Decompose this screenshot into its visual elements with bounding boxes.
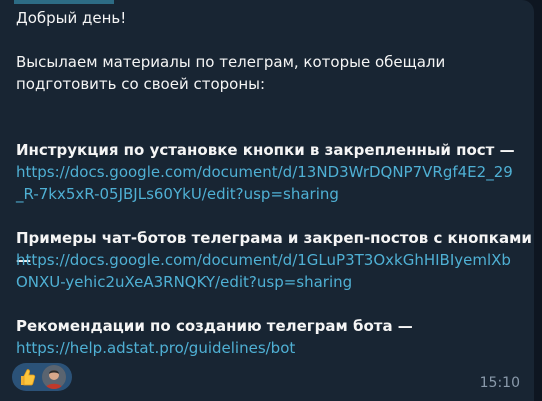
thumbs-up-icon (16, 366, 38, 388)
avatar-photo (42, 365, 66, 389)
thumbs-up-hand (23, 369, 36, 386)
message-intro-line-2: подготовить со своей стороны: (16, 75, 266, 93)
item-link-recommendations-line-1[interactable]: https://help.adstat.pro/guidelines/bot (16, 339, 295, 357)
item-link-instruction-line-2[interactable]: _R-7kx5xR-05JBJLs60YkU/edit?usp=sharing (16, 185, 339, 203)
item-link-instruction[interactable]: https://docs.google.com/document/d/13ND3… (16, 161, 513, 183)
item-link-instruction-cont[interactable]: _R-7kx5xR-05JBJLs60YkU/edit?usp=sharing (16, 183, 339, 205)
reaction-pill[interactable] (12, 363, 72, 391)
item-title-instruction: Инструкция по установке кнопки в закрепл… (16, 141, 515, 159)
message-footer: 15:10 (12, 362, 526, 392)
item-link-recommendations[interactable]: https://help.adstat.pro/guidelines/bot (16, 337, 295, 359)
item-link-examples[interactable]: https://docs.google.com/document/d/1GLuP… (16, 249, 511, 271)
item-link-examples-line-1[interactable]: https://docs.google.com/document/d/1GLuP… (16, 251, 511, 269)
message-greeting: Добрый день! (16, 9, 127, 27)
previous-message-edge (14, 0, 114, 4)
item-link-instruction-line-1[interactable]: https://docs.google.com/document/d/13ND3… (16, 163, 513, 181)
message-intro-line-1: Высылаем материалы по телеграм, которые … (16, 53, 446, 71)
avatar (42, 365, 66, 389)
item-link-examples-cont[interactable]: ONXU-yehic2uXeA3RNQKY/edit?usp=sharing (16, 271, 352, 293)
message-bubble: Добрый день! Высылаем материалы по телег… (0, 0, 534, 401)
item-link-examples-line-2[interactable]: ONXU-yehic2uXeA3RNQKY/edit?usp=sharing (16, 273, 352, 291)
thumbs-up-icon-svg (21, 369, 36, 386)
message-timestamp: 15:10 (479, 375, 520, 391)
item-title-recommendations: Рекомендации по созданию телеграм бота — (16, 317, 413, 335)
thumbs-up-cuff (21, 376, 24, 385)
